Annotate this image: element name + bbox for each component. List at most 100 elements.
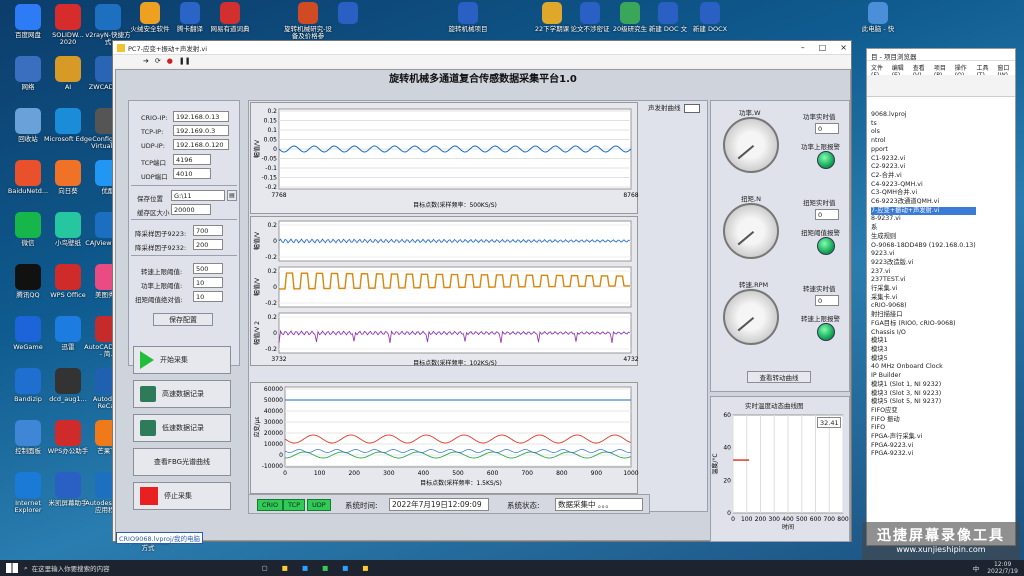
close-button[interactable]: × [840, 43, 847, 52]
buffer-size-field[interactable]: 20000 [171, 204, 211, 215]
tree-item[interactable]: 9223改造版.vi [871, 259, 976, 268]
browse-folder-icon[interactable]: ▤ [227, 190, 237, 201]
menu-item[interactable]: 查看(V) [913, 63, 929, 79]
labview-window[interactable]: PC7-应变+振动+声发射.vi – □ × ➔ ⟳ ● ❚❚ 旋转机械多通道复… [112, 40, 852, 544]
desktop-icon[interactable]: 网易有道词典 [206, 2, 254, 33]
tcp-ip-field[interactable]: 192.169.0.3 [173, 125, 229, 136]
tree-item[interactable]: FPGA-声行采集.vi [871, 433, 976, 442]
run-continuous-icon[interactable]: ⟳ [155, 57, 161, 65]
clock[interactable]: 12:09 2022/7/19 [987, 561, 1018, 575]
taskbar-app-icon[interactable]: ■ [362, 564, 368, 572]
pause-icon[interactable]: ❚❚ [179, 57, 191, 65]
tree-item[interactable]: 生成规则 [871, 233, 976, 242]
task-view-icon[interactable]: ▢ [262, 564, 268, 572]
tree-item[interactable]: FIFO应变 [871, 407, 976, 416]
tree-item[interactable]: 8-9237.vi [871, 215, 976, 224]
tree-item[interactable]: 模块5 [871, 355, 976, 364]
tree-item[interactable]: C2-9223.vi [871, 163, 976, 172]
tree-item[interactable]: 射扫描接口 [871, 311, 976, 320]
high-speed-record-label: 高速数据记录 [162, 390, 204, 398]
tree-item[interactable]: 系 [871, 224, 976, 233]
high-speed-record-button[interactable]: 高速数据记录 [133, 380, 231, 408]
menu-item[interactable]: 操作(O) [955, 63, 972, 79]
save-config-button[interactable]: 保存配置 [153, 313, 213, 326]
desktop-icon[interactable]: 此电脑 - 快 [854, 2, 902, 33]
project-tree[interactable]: 9068.lvproj ts ols ntrol pport C1-9232.vi C2-9… [871, 111, 976, 459]
tree-item[interactable]: 9068.lvproj [871, 111, 976, 120]
tree-item[interactable]: ols [871, 128, 976, 137]
tree-item[interactable]: 行采集.vi [871, 285, 976, 294]
start-acquisition-button[interactable]: 开始采集 [133, 346, 231, 374]
power-limit-field[interactable]: 10 [193, 277, 223, 288]
menu-item[interactable]: 窗口(W) [997, 63, 1015, 79]
tray-language[interactable]: 中 [973, 563, 980, 573]
rate-9223-field[interactable]: 700 [193, 225, 223, 236]
tree-item[interactable]: FIFO [871, 424, 976, 433]
taskbar-app-icon[interactable]: ■ [322, 564, 328, 572]
tree-item[interactable]: 40 MHz Onboard Clock [871, 363, 976, 372]
tree-item[interactable]: cRIO-9068) [871, 302, 976, 311]
menu-item[interactable]: 文件(F) [871, 63, 887, 79]
acoustic-graph[interactable]: 0.2 0.15 0.1 0.05 0 -0.05 -0.1 -0.15 -0.2 7768 876… [250, 102, 639, 214]
tree-item[interactable]: ntrol [871, 137, 976, 146]
abort-icon[interactable]: ● [167, 57, 173, 65]
tree-item[interactable]: ts [871, 120, 976, 129]
tree-item[interactable]: IP Builder [871, 372, 976, 381]
tree-item[interactable]: FPGA-9223.vi [871, 442, 976, 451]
tree-item[interactable]: C1-9232.vi [871, 155, 976, 164]
tree-item[interactable]: FPGA-9232.vi [871, 450, 976, 459]
menu-item[interactable]: 编辑(E) [892, 63, 908, 79]
desktop-icon[interactable] [324, 2, 372, 26]
tree-item[interactable]: 采集卡.vi [871, 294, 976, 303]
tree-item[interactable]: 模块5 (Slot 5, NI 9237) [871, 398, 976, 407]
minimize-button[interactable]: – [801, 43, 805, 52]
start-icon[interactable] [6, 563, 18, 573]
project-path-tag[interactable]: CRIO9068.lvproj/我的电脑 [116, 532, 203, 544]
tree-item[interactable]: C3-QMH合并.vi [871, 189, 976, 198]
menu-item[interactable]: 项目(P) [934, 63, 950, 79]
maximize-button[interactable]: □ [819, 43, 827, 52]
udp-port-field[interactable]: 4010 [173, 168, 211, 179]
strain-graph[interactable]: 60000 50000 40000 30000 20000 10000 0 -10000 0 10… [250, 382, 639, 494]
tree-item[interactable]: pport [871, 146, 976, 155]
tree-item[interactable]: 模块1 (Slot 1, NI 9232) [871, 381, 976, 390]
taskbar-app-icon[interactable]: ■ [302, 564, 308, 572]
tree-item[interactable]: C6-9223改通道QMH.vi [871, 198, 976, 207]
desktop-icon[interactable]: 新建 DOC 文 [644, 2, 692, 33]
tree-item[interactable]: 237TEST.vi [871, 276, 976, 285]
tree-item[interactable]: O-9068-18DD4B9 (192.168.0.13) [871, 242, 976, 251]
tree-item[interactable]: 模块1 [871, 337, 976, 346]
low-speed-record-button[interactable]: 低速数据记录 [133, 414, 231, 442]
stop-acquisition-label: 停止采集 [164, 492, 192, 500]
desktop-icon[interactable]: 旋转机械项目 [444, 2, 492, 33]
tree-item[interactable]: FGA目标 (RIO0, cRIO-9068) [871, 320, 976, 329]
run-icon[interactable]: ➔ [143, 57, 149, 65]
taskbar-app-icon[interactable]: ■ [342, 564, 348, 572]
udp-ip-field[interactable]: 192.168.0.120 [173, 139, 229, 150]
view-rotation-curve-button[interactable]: 查看转动曲线 [747, 371, 811, 383]
taskbar-app-icon[interactable]: ■ [282, 564, 288, 572]
tree-item[interactable]: Chassis I/O [871, 329, 976, 338]
project-explorer-window[interactable]: 目 - 项目浏览器 文件(F) 编辑(E) 查看(V) 项目(P) 操作(O)工具(T)… [866, 48, 1016, 546]
tree-item[interactable]: 7-应变+振动+声发射.vi [871, 206, 976, 216]
speed-limit-field[interactable]: 500 [193, 263, 223, 274]
power-alarm-label: 功率上限报警 [801, 143, 840, 151]
tree-item[interactable]: 9223.vi [871, 250, 976, 259]
tree-item[interactable]: 模块3 [871, 346, 976, 355]
rate-9232-field[interactable]: 200 [193, 239, 223, 250]
tcp-port-field[interactable]: 4196 [173, 154, 211, 165]
vibration-graph[interactable]: 0.2 0 -0.2 幅值/V 0.2 0 -0.2 幅值/V 0.2 0 -0.2 幅值/V 2 37… [250, 216, 639, 367]
y-tick-label: 20 [723, 477, 731, 484]
menu-item[interactable]: 工具(T) [976, 63, 992, 79]
tree-item[interactable]: 237.vi [871, 268, 976, 277]
tree-item[interactable]: 模块3 (Slot 3, NI 9223) [871, 390, 976, 399]
tree-item[interactable]: C2-合并.vi [871, 172, 976, 181]
save-location-field[interactable]: G:\11 [171, 190, 225, 201]
fbg-spectrum-button[interactable]: 查看FBG光谱曲线 [133, 448, 231, 476]
desktop-icon[interactable]: 新建 DOCX [686, 2, 734, 33]
torque-limit-field[interactable]: 10 [193, 291, 223, 302]
taskbar-search[interactable]: 在这里输入你要搜索的内容 [32, 563, 202, 573]
tree-item[interactable]: FIFO 振动 [871, 416, 976, 425]
crio-ip-field[interactable]: 192.168.0.13 [173, 111, 229, 122]
stop-acquisition-button[interactable]: 停止采集 [133, 482, 231, 510]
